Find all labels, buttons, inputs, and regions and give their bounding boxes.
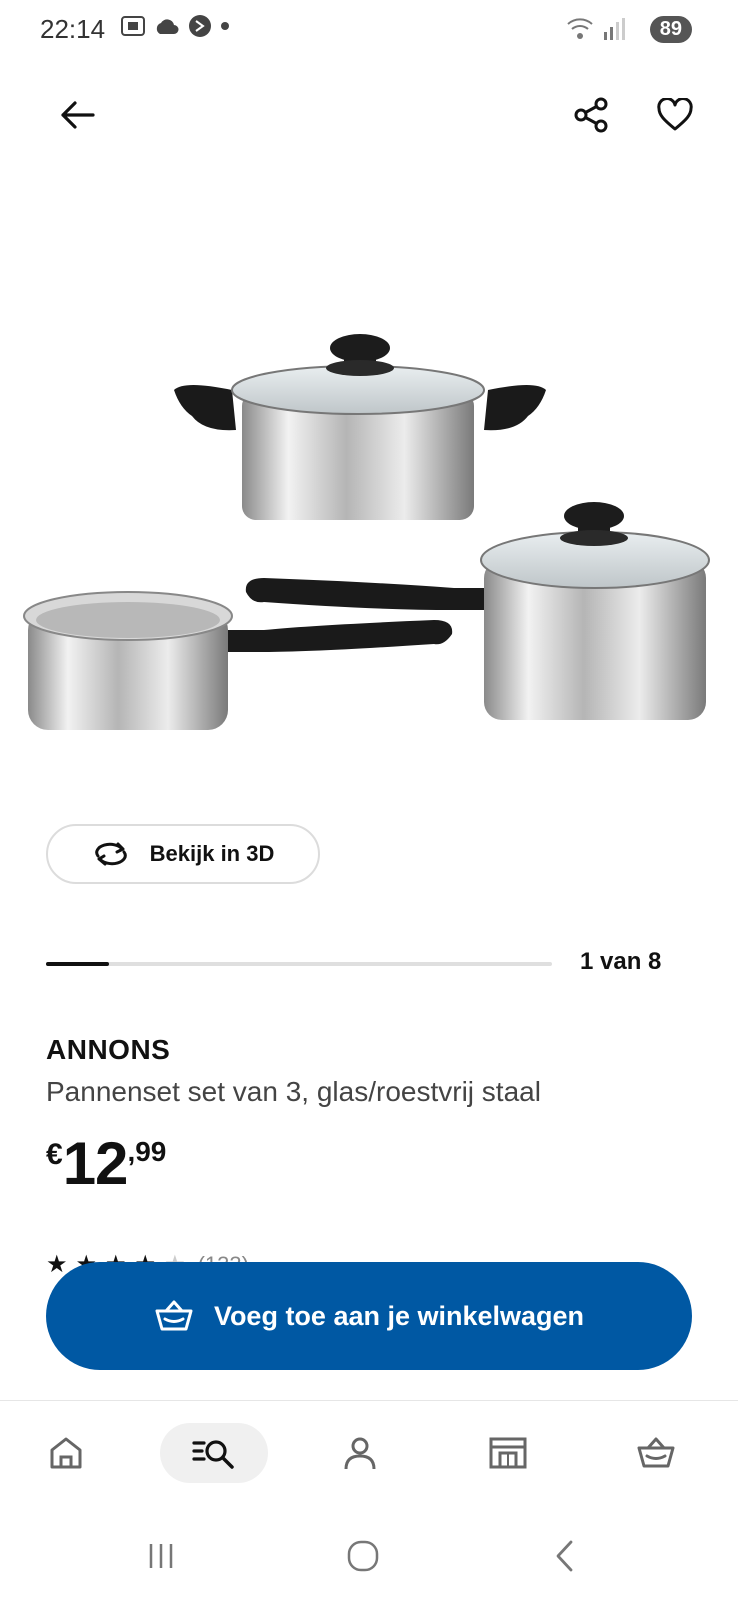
price-integer: 12 xyxy=(62,1130,129,1197)
store-icon xyxy=(489,1437,527,1469)
cloud-icon xyxy=(156,19,179,34)
price-currency: € xyxy=(46,1138,63,1171)
product-price: € 12 ,99 xyxy=(46,1134,166,1194)
nav-profile[interactable] xyxy=(330,1423,390,1483)
arrow-left-icon xyxy=(61,101,95,129)
search-icon xyxy=(192,1440,234,1469)
status-time: 22:14 xyxy=(40,14,106,44)
carousel-counter: 1 van 8 xyxy=(580,948,662,975)
bottom-nav xyxy=(0,1400,738,1503)
recent-apps-button[interactable] xyxy=(136,1534,186,1578)
battery-indicator: 89 xyxy=(649,16,692,43)
recent-apps-icon xyxy=(149,1544,173,1568)
home-circle-icon xyxy=(347,1540,379,1572)
view-3d-label: Bekijk in 3D xyxy=(149,841,275,866)
carousel-progress-track xyxy=(46,962,552,966)
rotate-3d-icon xyxy=(94,842,127,866)
nav-home[interactable] xyxy=(36,1423,96,1483)
dot-icon xyxy=(221,22,229,30)
add-to-cart-button[interactable]: Voeg toe aan je winkelwagen xyxy=(46,1262,692,1370)
home-button[interactable] xyxy=(338,1534,388,1578)
back-button[interactable] xyxy=(52,90,102,140)
nav-store[interactable] xyxy=(478,1423,538,1483)
system-nav xyxy=(0,1510,738,1600)
wifi-signal-icon xyxy=(567,18,625,40)
product-brand: ANNONS xyxy=(46,1034,171,1065)
heart-icon xyxy=(657,98,693,131)
home-icon xyxy=(50,1437,82,1469)
carousel-progress-fill xyxy=(46,962,110,966)
screenshot-icon xyxy=(121,16,145,36)
product-image[interactable] xyxy=(14,320,720,760)
sync-icon xyxy=(189,15,211,37)
add-to-cart-label: Voeg toe aan je winkelwagen xyxy=(213,1300,585,1331)
nav-search[interactable] xyxy=(160,1423,268,1483)
profile-icon xyxy=(344,1437,376,1470)
price-decimal: ,99 xyxy=(127,1136,167,1167)
status-icons xyxy=(120,14,230,38)
product-description: Pannenset set van 3, glas/roestvrij staa… xyxy=(46,1076,541,1107)
basket-icon xyxy=(155,1300,193,1331)
share-icon xyxy=(574,97,608,133)
share-button[interactable] xyxy=(566,90,616,140)
favorite-button[interactable] xyxy=(650,90,700,140)
cookware-set-image xyxy=(23,334,710,730)
view-3d-button[interactable]: Bekijk in 3D xyxy=(46,824,320,884)
cart-icon xyxy=(637,1437,675,1468)
nav-cart[interactable] xyxy=(626,1423,686,1483)
status-bar: 22:14 89 xyxy=(0,0,738,62)
system-back-button[interactable] xyxy=(540,1534,590,1578)
chevron-left-icon xyxy=(556,1540,573,1572)
